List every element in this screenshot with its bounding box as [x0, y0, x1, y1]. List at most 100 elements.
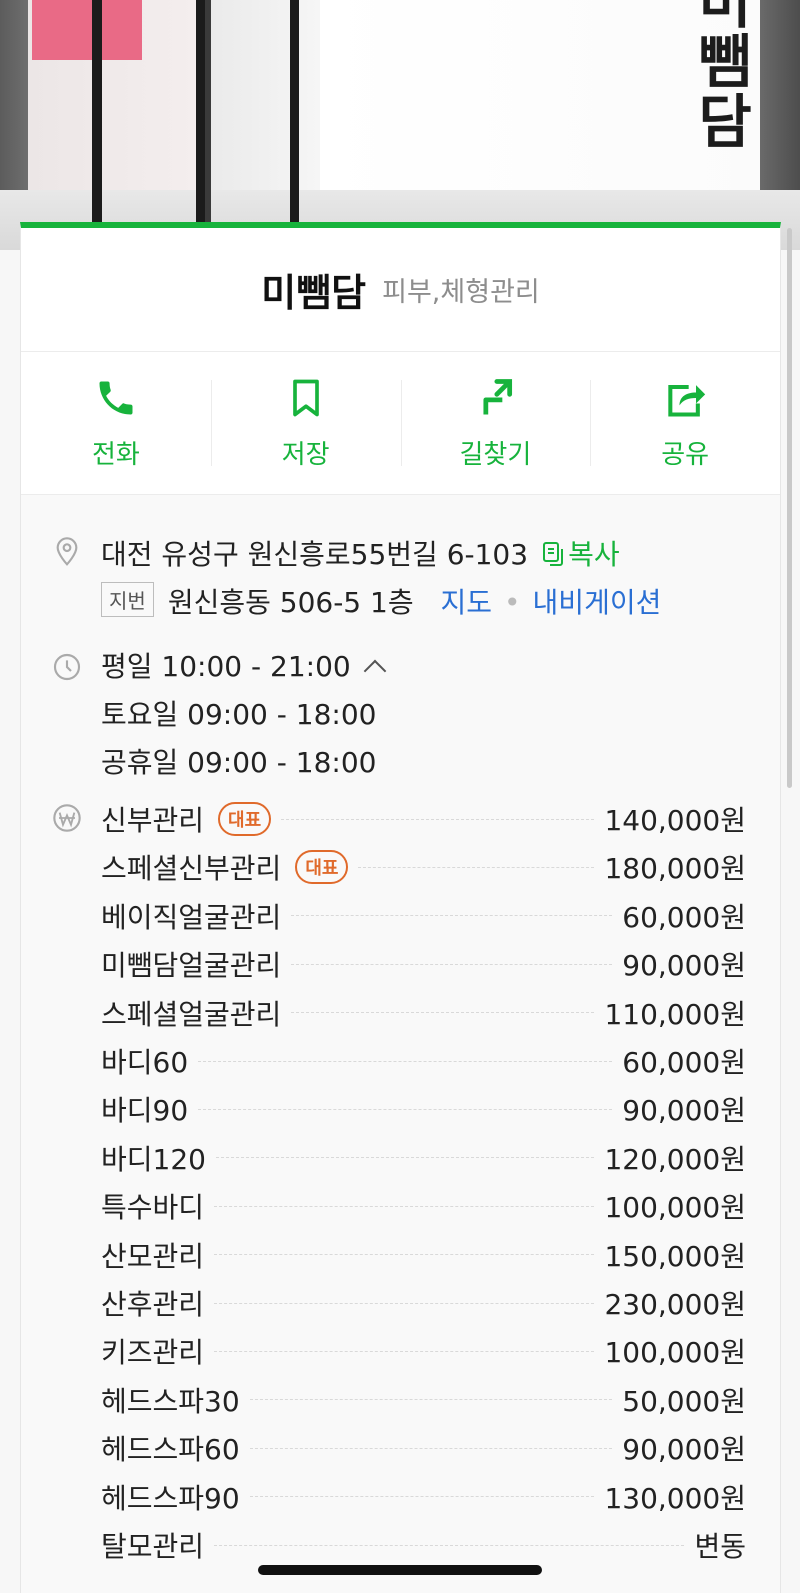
home-indicator[interactable]: [258, 1565, 542, 1575]
price-item-name: 미뺌담얼굴관리: [101, 949, 282, 983]
price-item-value: 100,000원: [604, 1191, 746, 1225]
price-item-value: 60,000원: [622, 1046, 746, 1079]
price-item-value: 100,000원: [604, 1336, 746, 1370]
price-row: 산후관리 230,000원: [101, 1279, 746, 1327]
call-button[interactable]: 전화: [21, 352, 211, 494]
hero-door-frame: [196, 0, 205, 250]
hero-pink-wall: [32, 0, 142, 60]
price-item-name: 키즈관리: [101, 1336, 205, 1370]
price-item-value: 150,000원: [604, 1239, 746, 1273]
price-item-name: 헤드스파30: [101, 1384, 240, 1418]
dotted-leader: [214, 1544, 685, 1546]
place-header: 미뺌담 피부,체형관리: [21, 228, 780, 352]
hero-door-frame: [92, 0, 102, 250]
price-row: 베이직얼굴관리 60,000원: [101, 892, 746, 940]
phone-icon: [99, 381, 133, 414]
separator-dot: •: [504, 586, 521, 619]
price-item-name: 신부관리: [101, 804, 205, 837]
hero-door-frame: [205, 0, 211, 250]
price-item-name: 바디120: [101, 1142, 206, 1176]
price-item-value: 50,000원: [622, 1384, 746, 1418]
road-address: 대전 유성구 원신흥로55번길 6-103 복사: [101, 533, 620, 573]
price-row: 미뺌담얼굴관리 90,000원: [101, 940, 746, 988]
hero-shop-sign: 미 뺌 담: [695, 0, 755, 152]
price-row: 바디60 60,000원: [101, 1037, 746, 1085]
price-row: 신부관리 대표 140,000원: [101, 795, 746, 843]
price-row: 헤드스파60 90,000원: [101, 1424, 746, 1472]
directions-label: 길찾기: [459, 439, 532, 470]
dotted-leader: [249, 1447, 613, 1449]
dotted-leader: [214, 1350, 595, 1352]
dotted-leader: [214, 1254, 595, 1256]
directions-icon: [483, 378, 513, 414]
price-item-value: 140,000원: [604, 804, 746, 837]
price-item-value: 120,000원: [604, 1142, 746, 1176]
hours-saturday: 토요일 09:00 - 18:00: [101, 698, 377, 731]
hero-photo[interactable]: 미 뺌 담: [0, 0, 800, 250]
price-item-name: 산후관리: [101, 1288, 205, 1321]
price-item-value: 변동: [694, 1530, 746, 1563]
share-icon: [668, 384, 706, 417]
hours-weekday: 평일 10:00 - 21:00: [101, 650, 351, 683]
directions-button[interactable]: 길찾기: [400, 352, 591, 494]
price-item-name: 헤드스파90: [101, 1481, 240, 1515]
representative-badge: 대표: [218, 802, 272, 836]
price-item-name: 산모관리: [101, 1239, 205, 1273]
jibun-address: 지번 원신흥동 506-5 1층 지도 • 내비게이션: [101, 581, 661, 621]
price-item-value: 130,000원: [604, 1481, 746, 1515]
price-row: 키즈관리 100,000원: [101, 1327, 746, 1375]
bookmark-icon: [292, 379, 319, 416]
place-category: 피부,체형관리: [382, 277, 540, 308]
dotted-leader: [214, 1302, 595, 1304]
location-pin-icon: [56, 537, 78, 566]
dotted-leader: [214, 1205, 595, 1207]
action-bar: 전화 저장 길찾기 공유: [21, 352, 780, 495]
copy-address-button[interactable]: 복사: [542, 538, 620, 571]
dotted-leader: [358, 866, 595, 868]
clock-icon: [53, 653, 81, 681]
jibun-text: 원신흥동 506-5 1층: [167, 586, 414, 619]
hero-door-frame: [290, 0, 299, 250]
price-item-name: 베이직얼굴관리: [101, 900, 282, 934]
price-row: 산모관리 150,000원: [101, 1231, 746, 1279]
dotted-leader: [281, 818, 595, 820]
dotted-leader: [249, 1496, 595, 1498]
price-item-name: 바디90: [101, 1094, 189, 1128]
representative-badge: 대표: [295, 850, 349, 885]
dotted-leader: [198, 1060, 613, 1062]
price-item-value: 110,000원: [604, 997, 746, 1031]
share-label: 공유: [661, 439, 710, 470]
hours-holiday: 공휴일 09:00 - 18:00: [101, 746, 377, 779]
dotted-leader: [291, 1012, 595, 1014]
copy-label: 복사: [568, 538, 620, 571]
price-item-name: 헤드스파60: [101, 1433, 240, 1467]
price-item-value: 90,000원: [622, 949, 746, 983]
share-button[interactable]: 공유: [590, 352, 780, 494]
hours-list: 평일 10:00 - 21:00 토요일 09:00 - 18:00 공휴일 0…: [101, 643, 387, 787]
sign-char: 뺌: [698, 28, 752, 96]
hours-weekday-row[interactable]: 평일 10:00 - 21:00: [101, 643, 387, 691]
sign-char: 담: [698, 88, 752, 156]
dotted-leader: [291, 915, 613, 917]
place-name: 미뺌담: [261, 271, 367, 315]
price-row: 스페셜신부관리 대표 180,000원: [101, 843, 746, 891]
place-info: 대전 유성구 원신흥로55번길 6-103 복사 지번 원신흥동 506-5 1층 …: [21, 495, 780, 1593]
price-item-name: 탈모관리: [101, 1530, 205, 1563]
price-row: 스페셜얼굴관리 110,000원: [101, 989, 746, 1037]
price-item-name: 바디60: [101, 1046, 189, 1079]
scrollbar[interactable]: [787, 228, 792, 788]
road-address-text: 대전 유성구 원신흥로55번길 6-103: [101, 538, 529, 571]
price-item-value: 60,000원: [622, 900, 746, 934]
price-item-value: 180,000원: [604, 852, 746, 886]
price-row: 헤드스파30 50,000원: [101, 1376, 746, 1424]
dotted-leader: [198, 1108, 613, 1110]
navigation-link[interactable]: 내비게이션: [533, 586, 662, 619]
price-item-value: 230,000원: [604, 1288, 746, 1321]
copy-icon: [543, 542, 564, 566]
save-button[interactable]: 저장: [210, 352, 401, 494]
chevron-up-icon[interactable]: [363, 659, 387, 683]
price-row: 탈모관리 변동: [101, 1521, 746, 1569]
jibun-badge: 지번: [101, 582, 154, 617]
map-link[interactable]: 지도: [441, 586, 493, 619]
price-row: 바디120 120,000원: [101, 1134, 746, 1182]
